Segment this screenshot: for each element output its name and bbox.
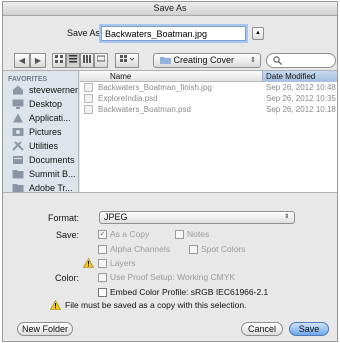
column-date-modified[interactable]: Date Modified: [262, 71, 337, 82]
forward-button[interactable]: ▶: [30, 53, 46, 68]
sidebar-item-label: Pictures: [29, 127, 62, 137]
documents-icon: [12, 155, 24, 165]
file-icon: [84, 105, 93, 114]
sidebar: FAVORITES stevewerner Desktop Applicati...…: [3, 71, 79, 192]
notes-label: Notes: [187, 229, 210, 239]
pictures-icon: [12, 127, 24, 137]
as-a-copy-checkbox[interactable]: ✓ As a Copy: [98, 229, 149, 240]
file-row[interactable]: ExploreIndia.psd Sep 26, 2012 10:35 AM: [80, 93, 337, 104]
alpha-channels-checkbox[interactable]: Alpha Channels: [98, 244, 170, 255]
file-date: Sep 26, 2012 10:18 AM: [266, 105, 337, 114]
sidebar-item[interactable]: Applicati...: [3, 111, 78, 125]
search-field[interactable]: [266, 53, 336, 68]
expand-collapse-button[interactable]: ▲: [252, 27, 264, 40]
list-view-icon: [69, 55, 77, 63]
file-date: Sep 26, 2012 10:35 AM: [266, 94, 337, 103]
save-label: Save:: [55, 230, 79, 240]
icon-view-icon: [55, 55, 63, 63]
file-list: Name Date Modified Backwaters_Boatman_fi…: [80, 71, 337, 192]
format-label: Format:: [47, 213, 79, 223]
format-select[interactable]: JPEG ⇕: [99, 211, 295, 224]
location-label: Creating Cover: [173, 55, 235, 65]
file-row[interactable]: Backwaters_Boatman.psd Sep 26, 2012 10:18…: [80, 104, 337, 115]
save-as-row: Save As: ▲: [3, 26, 337, 42]
file-name: Backwaters_Boatman.psd: [98, 105, 191, 114]
warning-message: File must be saved as a copy with this s…: [65, 300, 247, 310]
sidebar-item-label: Adobe Tr...: [29, 183, 73, 192]
file-row[interactable]: Backwaters_Boatman_finish.jpg Sep 26, 201…: [80, 82, 337, 93]
file-name: Backwaters_Boatman_finish.jpg: [98, 83, 212, 92]
sidebar-item[interactable]: Adobe Tr...: [3, 181, 78, 192]
sidebar-heading: FAVORITES: [8, 76, 48, 83]
file-list-header: Name Date Modified: [80, 71, 337, 82]
warning-icon: [83, 258, 94, 268]
sidebar-item[interactable]: Desktop: [3, 97, 78, 111]
folder-icon: [160, 57, 171, 64]
arrange-button[interactable]: [115, 53, 139, 68]
sidebar-item-label: Desktop: [29, 99, 63, 109]
sidebar-item[interactable]: Documents: [3, 153, 78, 167]
file-icon: [84, 83, 93, 92]
sidebar-item-label: Utilities: [29, 141, 59, 151]
sidebar-item-label: Documents: [29, 155, 75, 165]
popup-arrows-icon: ⇕: [283, 214, 289, 220]
spot-colors-label: Spot Colors: [201, 244, 246, 254]
file-date: Sep 26, 2012 10:48 AM: [266, 83, 337, 92]
sidebar-item-label: Applicati...: [29, 113, 71, 123]
checkmark-icon: ✓: [98, 230, 107, 239]
forward-arrow-icon: ▶: [34, 56, 42, 65]
search-icon: [273, 56, 282, 65]
save-options: Format: JPEG ⇕ Save: ✓ As a Copy Notes Al…: [3, 194, 337, 312]
coverflow-view-icon: [96, 55, 106, 62]
home-icon: [12, 85, 24, 95]
location-popup[interactable]: Creating Cover ⇕: [153, 53, 261, 68]
save-as-dialog: Save As Save As: ▲ ◀ ▶ Creating Cover ⇕: [2, 1, 338, 342]
file-icon: [84, 94, 93, 103]
spot-colors-checkbox[interactable]: Spot Colors: [189, 244, 245, 255]
column-name[interactable]: Name: [110, 71, 131, 82]
back-arrow-icon: ◀: [18, 56, 26, 65]
popup-arrows-icon: ⇕: [250, 57, 256, 64]
filename-input[interactable]: [101, 26, 246, 41]
new-folder-button[interactable]: New Folder: [17, 322, 73, 336]
save-as-label: Save As:: [67, 28, 103, 38]
use-proof-setup-checkbox[interactable]: Use Proof Setup: Working CMYK: [98, 272, 235, 283]
file-browser: FAVORITES stevewerner Desktop Applicati...…: [3, 70, 337, 193]
column-view-icon: [83, 55, 91, 63]
arrange-grid-icon: [120, 55, 135, 62]
view-coverflow-button[interactable]: [94, 53, 108, 68]
folder-icon: [12, 169, 24, 179]
view-list-button[interactable]: [66, 53, 80, 68]
browser-toolbar: ◀ ▶ Creating Cover ⇕: [3, 53, 337, 71]
button-bar: New Folder Cancel Save: [3, 315, 337, 339]
as-a-copy-label: As a Copy: [110, 229, 150, 239]
sidebar-item[interactable]: Pictures: [3, 125, 78, 139]
embed-color-profile-label: Embed Color Profile: sRGB IEC61966-2.1: [110, 287, 269, 297]
layers-checkbox[interactable]: Layers: [98, 258, 136, 269]
sidebar-item[interactable]: stevewerner: [3, 83, 78, 97]
window-title: Save As: [3, 2, 337, 16]
sidebar-item-label: stevewerner: [29, 85, 78, 95]
embed-color-profile-checkbox[interactable]: Embed Color Profile: sRGB IEC61966-2.1: [98, 287, 268, 298]
back-button[interactable]: ◀: [14, 53, 30, 68]
applications-icon: [12, 113, 24, 123]
sidebar-item-label: Summit B...: [29, 169, 76, 179]
sidebar-item[interactable]: Utilities: [3, 139, 78, 153]
file-name: ExploreIndia.psd: [98, 94, 158, 103]
desktop-icon: [12, 99, 24, 109]
cancel-button[interactable]: Cancel: [241, 322, 283, 336]
sidebar-item[interactable]: Summit B...: [3, 167, 78, 181]
alpha-channels-label: Alpha Channels: [110, 244, 171, 254]
view-columns-button[interactable]: [80, 53, 94, 68]
folder-icon: [12, 183, 24, 192]
layers-label: Layers: [110, 258, 136, 268]
view-icons-button[interactable]: [52, 53, 66, 68]
utilities-icon: [12, 141, 24, 151]
notes-checkbox[interactable]: Notes: [175, 229, 209, 240]
format-value: JPEG: [104, 212, 128, 222]
save-button[interactable]: Save: [289, 322, 329, 336]
warning-icon: [50, 300, 61, 310]
use-proof-setup-label: Use Proof Setup: Working CMYK: [110, 272, 236, 282]
color-label: Color:: [54, 273, 79, 283]
